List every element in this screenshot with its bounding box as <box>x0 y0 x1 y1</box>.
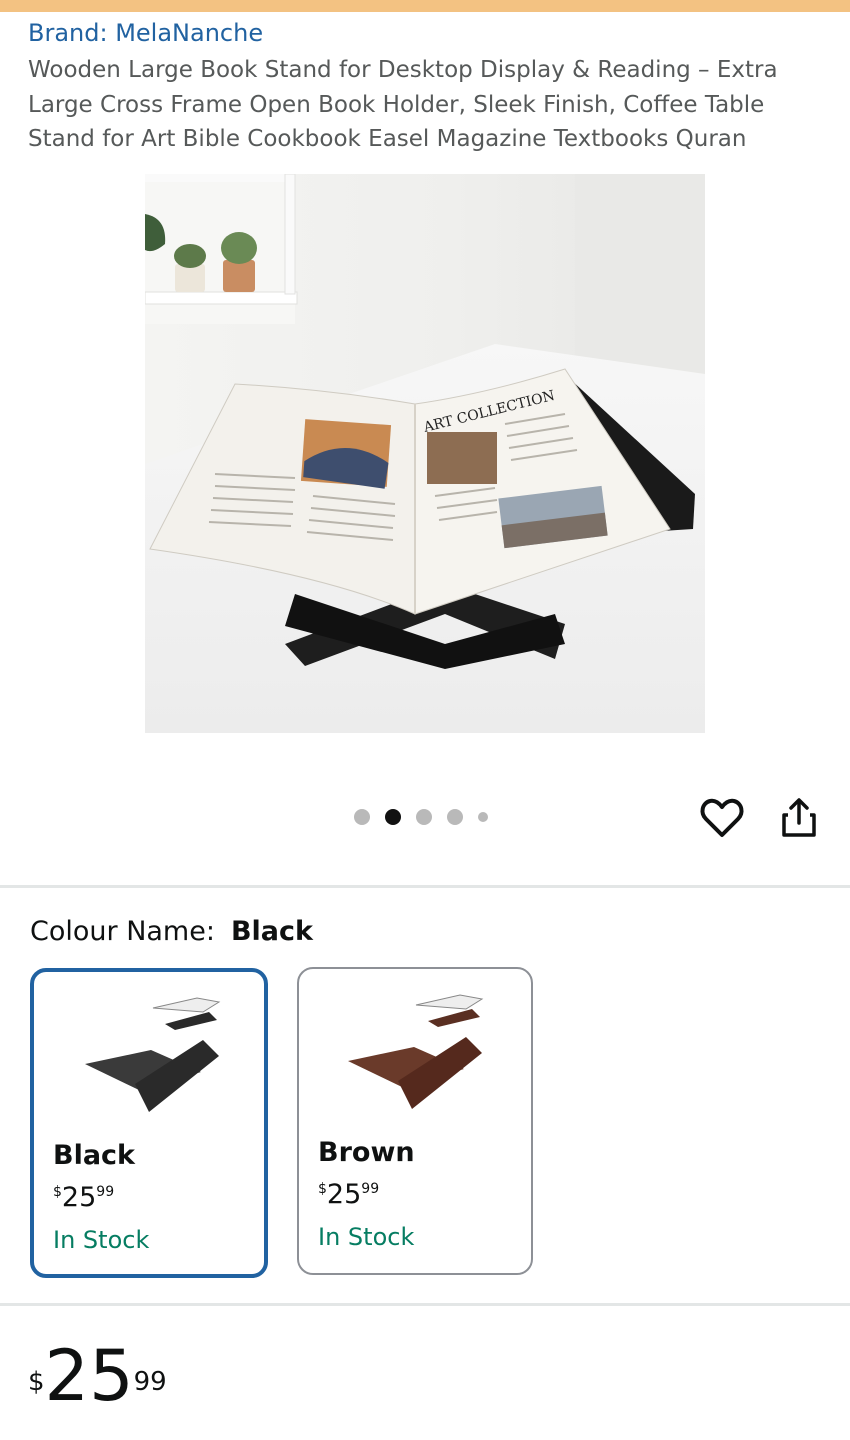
section-divider <box>0 1303 850 1306</box>
share-button[interactable] <box>776 795 822 841</box>
heart-icon <box>700 798 744 837</box>
swatch-thumbnail <box>342 985 488 1113</box>
swatch-name: Brown <box>318 1137 415 1168</box>
brand-link[interactable]: Brand: MelaNanche <box>28 19 263 47</box>
carousel-dot[interactable] <box>447 809 463 825</box>
colour-swatch-black[interactable]: Black $2599 In Stock <box>30 968 268 1278</box>
colour-label: Colour Name: <box>30 916 215 947</box>
swatch-thumbnail <box>79 988 225 1116</box>
product-image[interactable]: ART COLLECTION <box>145 174 705 733</box>
top-accent-bar <box>0 0 850 12</box>
carousel-dot-active[interactable] <box>385 809 401 825</box>
share-icon <box>782 798 816 837</box>
colour-selector-header: Colour Name: Black <box>30 916 313 947</box>
section-divider <box>0 885 850 888</box>
colour-selected-value: Black <box>230 916 313 947</box>
carousel-dot[interactable] <box>478 812 488 822</box>
swatch-stock: In Stock <box>318 1223 415 1251</box>
swatch-name: Black <box>53 1140 136 1171</box>
wishlist-button[interactable] <box>699 795 745 841</box>
colour-swatch-brown[interactable]: Brown $2599 In Stock <box>297 967 533 1275</box>
product-title: Wooden Large Book Stand for Desktop Disp… <box>28 57 778 152</box>
swatch-price: $2599 <box>318 1179 380 1210</box>
product-photo: ART COLLECTION <box>145 174 705 733</box>
carousel-dot[interactable] <box>416 809 432 825</box>
swatch-price: $2599 <box>53 1182 115 1213</box>
image-carousel-dots[interactable] <box>354 809 488 825</box>
carousel-dot[interactable] <box>354 809 370 825</box>
swatch-stock: In Stock <box>53 1226 150 1254</box>
product-price: $2599 <box>28 1335 167 1417</box>
